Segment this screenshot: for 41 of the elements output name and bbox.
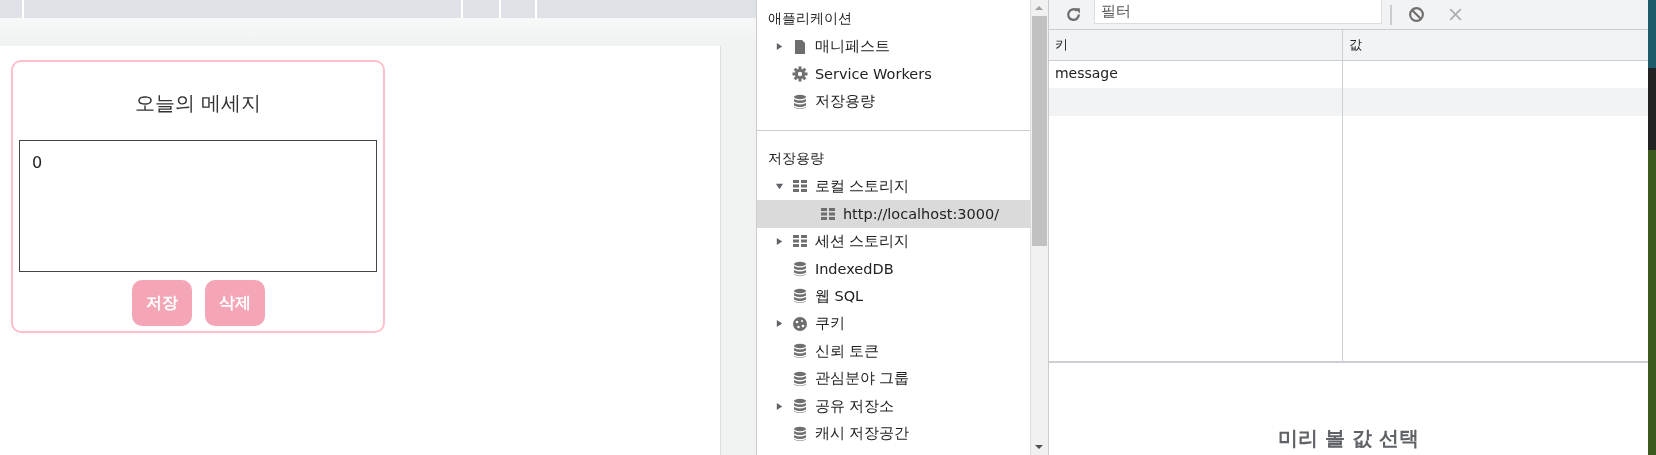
- card-title: 오늘의 메세지: [134, 90, 262, 117]
- block-icon[interactable]: [1407, 6, 1425, 23]
- grid-icon: [791, 178, 808, 195]
- tree-item[interactable]: 신뢰 토큰: [756, 337, 1030, 365]
- collapsed-arrow-icon[interactable]: [774, 401, 784, 411]
- tree-item[interactable]: Service Workers: [756, 60, 1030, 88]
- database-icon: [791, 93, 808, 110]
- database-icon: [791, 370, 808, 387]
- section-heading: 저장용량: [766, 148, 825, 168]
- scroll-down-icon[interactable]: [1034, 444, 1045, 450]
- tree-item[interactable]: 매니페스트: [756, 33, 1030, 61]
- filter-field[interactable]: 필터: [1093, 0, 1382, 24]
- column-header[interactable]: 키: [1048, 30, 1343, 60]
- database-icon: [791, 288, 808, 305]
- database-icon: [791, 260, 808, 277]
- tree-item[interactable]: 쿠키: [756, 310, 1030, 338]
- tree-item[interactable]: 세션 스토리지: [756, 227, 1030, 255]
- database-icon: [791, 343, 808, 360]
- collapsed-arrow-icon[interactable]: [774, 42, 784, 52]
- collapsed-arrow-icon[interactable]: [774, 236, 784, 246]
- refresh-icon[interactable]: [1064, 6, 1082, 23]
- column-header[interactable]: 값: [1342, 30, 1648, 60]
- tree-item[interactable]: 웹 SQL: [756, 282, 1030, 310]
- tree-item[interactable]: 저장용량: [756, 88, 1030, 116]
- message-field[interactable]: 0: [19, 140, 377, 272]
- tree-item[interactable]: 캐시 저장공간: [756, 420, 1030, 448]
- scrollbar-thumb[interactable]: [1031, 16, 1047, 246]
- collapsed-arrow-icon[interactable]: [774, 319, 784, 329]
- gear-icon: [791, 66, 808, 83]
- grid-icon: [791, 233, 808, 250]
- tree-item[interactable]: IndexedDB: [756, 255, 1030, 283]
- tree-item[interactable]: http://localhost:3000/: [756, 200, 1030, 228]
- expanded-arrow-icon[interactable]: [774, 181, 784, 191]
- database-icon: [791, 425, 808, 442]
- tree-item[interactable]: 공유 저장소: [756, 392, 1030, 420]
- database-icon: [791, 398, 808, 415]
- grid-icon: [819, 205, 836, 222]
- section-heading: 애플리케이션: [766, 9, 853, 28]
- cookie-icon: [791, 315, 808, 332]
- tree-item[interactable]: 로컬 스토리지: [756, 172, 1030, 200]
- tree-item[interactable]: 관심분야 그룹: [756, 365, 1030, 393]
